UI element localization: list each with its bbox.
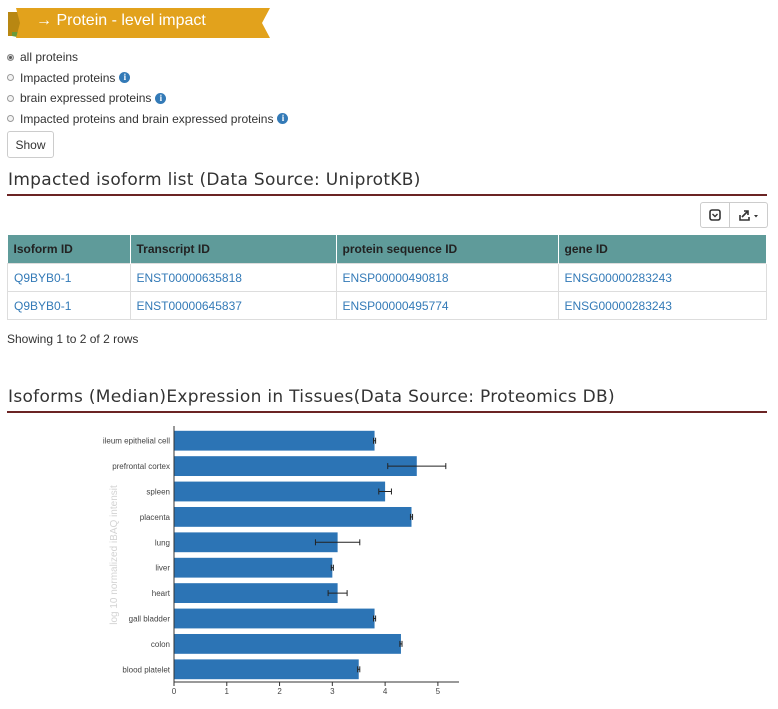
expression-section-title: Isoforms (Median)Expression in Tissues(D… — [8, 387, 615, 407]
category-label: heart — [152, 589, 171, 598]
radio-all-proteins[interactable] — [7, 53, 14, 61]
chart-bar — [174, 506, 412, 527]
protein-filter-group: all proteins Impacted proteins i brain e… — [7, 47, 289, 129]
info-icon[interactable]: i — [277, 113, 289, 124]
filter-label: brain expressed proteins — [20, 91, 152, 105]
category-label: prefrontal cortex — [112, 462, 170, 471]
category-label: colon — [151, 640, 170, 649]
chart-bar — [174, 608, 375, 629]
expression-chart-container: ileum epithelial cell prefrontal cortex sp… — [0, 420, 778, 706]
x-tick-label: 3 — [330, 687, 335, 696]
isoform-id-link[interactable]: Q9BYB0-1 — [7, 263, 131, 292]
filter-impacted-proteins[interactable]: Impacted proteins i — [7, 68, 288, 88]
category-label: lung — [155, 538, 170, 547]
transcript-id-link[interactable]: ENST00000645837 — [129, 291, 337, 320]
table-header-row: Isoform ID Transcript ID protein sequenc… — [7, 235, 767, 264]
filter-label: Impacted proteins — [20, 70, 116, 85]
x-tick-label: 0 — [172, 687, 177, 696]
filter-all-proteins[interactable]: all proteins — [7, 47, 288, 67]
chart-bar — [174, 430, 375, 451]
expression-bar-chart: ileum epithelial cell prefrontal cortex sp… — [103, 426, 459, 696]
table-row: Q9BYB0-1 ENST00000635818 ENSP00000490818… — [7, 263, 767, 292]
category-label: placenta — [140, 513, 171, 522]
banner-title: → Protein - level impact — [36, 12, 206, 29]
x-tick-label: 2 — [277, 687, 282, 696]
y-axis-label: log 10 normalized iBAQ intensit — [109, 485, 120, 625]
radio-impacted-and-brain[interactable] — [7, 115, 14, 122]
filter-label: all proteins — [20, 50, 79, 64]
filter-label: Impacted proteins and brain expressed pr… — [20, 111, 274, 126]
table-toolbar — [700, 202, 768, 228]
section-divider — [7, 194, 767, 196]
radio-brain-expressed[interactable] — [7, 94, 14, 102]
column-header-transcript-id[interactable]: Transcript ID — [130, 235, 337, 264]
radio-impacted-proteins[interactable] — [7, 74, 14, 81]
x-tick-label: 1 — [225, 687, 230, 696]
toggle-icon — [709, 209, 721, 221]
info-icon[interactable]: i — [155, 92, 167, 104]
chart-bar — [174, 557, 333, 578]
x-tick-label: 4 — [383, 687, 388, 696]
category-label: spleen — [146, 488, 170, 497]
column-header-isoform-id[interactable]: Isoform ID — [7, 235, 131, 264]
column-header-protein-sequence-id[interactable]: protein sequence ID — [336, 235, 559, 264]
export-icon — [738, 210, 758, 221]
protein-sequence-id-link[interactable]: ENSP00000495774 — [335, 291, 559, 320]
table-row: Q9BYB0-1 ENST00000645837 ENSP00000495774… — [7, 291, 767, 320]
chart-bar — [174, 659, 359, 680]
filter-brain-expressed[interactable]: brain expressed proteins i — [7, 88, 288, 108]
toggle-view-button[interactable] — [700, 202, 730, 228]
category-label: blood platelet — [122, 665, 170, 674]
isoform-id-link[interactable]: Q9BYB0-1 — [7, 291, 131, 320]
section-divider — [7, 411, 767, 413]
transcript-id-link[interactable]: ENST00000635818 — [129, 263, 337, 292]
chart-bar — [174, 481, 386, 502]
chart-bar — [174, 456, 417, 477]
section-banner: → Protein - level impact — [8, 8, 270, 38]
column-header-gene-id[interactable]: gene ID — [558, 235, 767, 264]
gene-id-link[interactable]: ENSG00000283243 — [557, 263, 767, 292]
pagination-info: Showing 1 to 2 of 2 rows — [7, 332, 139, 346]
category-label: ileum epithelial cell — [103, 437, 170, 446]
chart-bar — [174, 583, 338, 604]
chart-bar — [174, 532, 338, 553]
x-tick-label: 5 — [436, 687, 441, 696]
isoform-section-title: Impacted isoform list (Data Source: Unip… — [8, 170, 421, 190]
protein-sequence-id-link[interactable]: ENSP00000490818 — [335, 263, 559, 292]
gene-id-link[interactable]: ENSG00000283243 — [557, 291, 767, 320]
show-button[interactable]: Show — [7, 131, 54, 158]
chart-bar — [174, 633, 401, 654]
filter-impacted-and-brain[interactable]: Impacted proteins and brain expressed pr… — [7, 109, 289, 129]
category-label: liver — [155, 564, 170, 573]
isoform-table: Isoform ID Transcript ID protein sequenc… — [7, 235, 767, 320]
export-button[interactable] — [730, 202, 768, 228]
info-icon[interactable]: i — [119, 72, 131, 83]
category-label: gall bladder — [129, 615, 171, 624]
